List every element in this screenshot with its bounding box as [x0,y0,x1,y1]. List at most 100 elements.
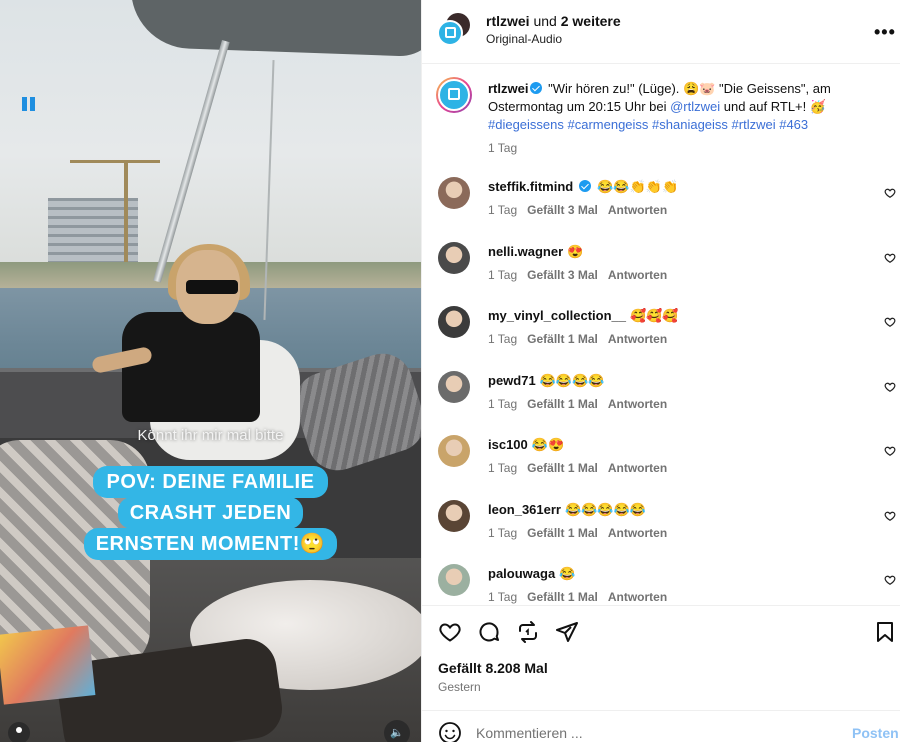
comment-text-line: leon_361err 😂😂😂😂😂 [488,502,646,518]
caption-username[interactable]: rtlzwei [488,81,528,96]
comment-body: 😂😂😂😂 [539,372,605,388]
commenter-avatar[interactable] [438,435,470,467]
comment-composer: Posten [422,710,900,742]
video-board-game [0,625,96,705]
comment-text-line: isc100 😂😍 [488,437,564,453]
comment-body: 😍 [567,243,584,259]
reply-button[interactable]: Antworten [608,461,667,475]
video-person-body [122,312,260,422]
commenter-username[interactable]: my_vinyl_collection__ [488,308,626,323]
more-horizontal-icon[interactable]: ••• [874,22,896,43]
comment-row: steffik.fitmind 😂😂👏👏👏 1 Tag Gefällt 3 Mal An… [422,177,900,241]
comment-row: isc100 😂😍 1 Tag Gefällt 1 Mal Antworten [422,435,900,499]
comment-meta: 1 Tag Gefällt 1 Mal Antworten [488,526,677,540]
comment-time: 1 Tag [488,525,518,540]
comment-meta: 1 Tag Gefällt 1 Mal Antworten [488,590,677,604]
commenter-username[interactable]: steffik.fitmind [488,179,573,194]
video-crane [70,160,160,163]
header-collab-count[interactable]: 2 weitere [561,13,621,29]
comment-likes[interactable]: Gefällt 1 Mal [527,526,598,540]
comment-likes[interactable]: Gefällt 1 Mal [527,332,598,346]
comment-like-heart-icon[interactable] [884,316,896,328]
comment-body: 😂😍 [531,437,565,452]
comment-likes[interactable]: Gefällt 1 Mal [527,461,598,475]
caption-mention[interactable]: @rtlzwei [670,99,720,114]
comment-text-line: nelli.wagner 😍 [488,244,583,260]
reply-button[interactable]: Antworten [608,397,667,411]
like-heart-icon[interactable] [438,620,462,644]
comment-time: 1 Tag [488,203,518,217]
reply-button[interactable]: Antworten [608,526,667,540]
video-crane-mast [124,162,128,262]
tagged-users-icon[interactable] [8,722,30,742]
comment-like-heart-icon[interactable] [884,187,896,199]
commenter-username[interactable]: isc100 [488,437,528,452]
comment-input[interactable] [476,721,816,742]
caption-body-2: und auf RTL+! 🥳 [720,99,827,114]
rtlzwei-logo-icon [448,88,460,100]
audio-label[interactable]: Original-Audio [486,32,562,46]
repost-icon[interactable] [516,620,540,644]
commenter-avatar[interactable] [438,306,470,338]
comment-body: 😂😂👏👏👏 [597,179,679,194]
likes-count[interactable]: Gefällt 8.208 Mal [438,660,548,676]
reply-button[interactable]: Antworten [608,203,667,217]
commenter-avatar[interactable] [438,241,470,274]
comment-meta: 1 Tag Gefällt 1 Mal Antworten [488,397,677,411]
comment-row: pewd71 😂😂😂😂 1 Tag Gefällt 1 Mal Antworten [422,370,900,435]
reply-button[interactable]: Antworten [608,332,667,346]
overlay-line-2: CRASHT JEDEN [117,497,304,529]
commenter-avatar[interactable] [438,564,470,596]
post-header: rtlzwei und 2 weitere Original-Audio ••• [422,0,900,64]
comment-likes[interactable]: Gefällt 3 Mal [527,268,598,282]
comment-bubble-icon[interactable] [477,620,501,644]
share-paper-plane-icon[interactable] [555,620,579,644]
commenter-avatar[interactable] [438,177,470,209]
emoji-picker-icon[interactable] [438,721,462,742]
caption-hashtags[interactable]: #diegeissens #carmengeiss #shaniageiss #… [488,117,808,132]
comment-meta: 1 Tag Gefällt 1 Mal Antworten [488,461,677,475]
header-title: rtlzwei und 2 weitere [486,13,621,29]
comment-row: palouwaga 😂 1 Tag Gefällt 1 Mal Antworten [422,564,900,605]
commenter-avatar[interactable] [438,499,470,532]
comment-row: nelli.wagner 😍 1 Tag Gefällt 3 Mal Antworten [422,241,900,306]
rtlzwei-logo-icon [445,27,456,38]
comment-likes[interactable]: Gefällt 1 Mal [527,397,598,411]
comment-like-heart-icon[interactable] [884,510,896,522]
comment-body: 🥰🥰🥰 [630,308,679,323]
comment-likes[interactable]: Gefällt 1 Mal [527,590,598,604]
comment-like-heart-icon[interactable] [884,381,896,393]
reply-button[interactable]: Antworten [608,590,667,604]
comment-text-line: pewd71 😂😂😂😂 [488,373,604,389]
sound-toggle-icon[interactable]: 🔈 [384,720,410,742]
header-username[interactable]: rtlzwei [486,13,530,29]
comment-body: 😂 [559,566,576,581]
comment-like-heart-icon[interactable] [884,252,896,264]
comment-time: 1 Tag [488,267,518,282]
reel-video[interactable]: Könnt ihr mir mal bitte POV: DEINE FAMIL… [0,0,421,742]
reply-button[interactable]: Antworten [608,268,667,282]
commenter-username[interactable]: leon_361err [488,502,561,517]
commenter-avatar[interactable] [438,370,470,403]
comment-time: 1 Tag [488,590,518,604]
commenter-username[interactable]: pewd71 [488,373,536,388]
commenter-username[interactable]: palouwaga [488,566,555,581]
commenter-username[interactable]: nelli.wagner [488,244,563,259]
comment-row: my_vinyl_collection__ 🥰🥰🥰 1 Tag Gefällt 1 M… [422,306,900,370]
comments-section[interactable]: rtlzwei "Wir hören zu!" (Lüge). 😩🐷 "Die … [422,65,900,605]
caption-avatar[interactable] [436,77,472,113]
comment-body: 😂😂😂😂😂 [565,501,646,517]
post-panel: rtlzwei und 2 weitere Original-Audio •••… [421,0,900,742]
header-collab-suffix: und [529,13,561,29]
author-avatar[interactable] [437,20,463,46]
comment-row: leon_361err 😂😂😂😂😂 1 Tag Gefällt 1 Mal Antwor… [422,499,900,564]
comment-like-heart-icon[interactable] [884,574,896,586]
verified-badge-icon [530,82,543,94]
bookmark-save-icon[interactable] [873,620,897,644]
comment-like-heart-icon[interactable] [884,445,896,457]
comment-meta: 1 Tag Gefällt 3 Mal Antworten [488,268,677,282]
pause-icon[interactable] [22,97,36,111]
video-person-glasses [186,280,238,294]
post-comment-button[interactable]: Posten [852,725,899,741]
comment-likes[interactable]: Gefällt 3 Mal [527,203,598,217]
